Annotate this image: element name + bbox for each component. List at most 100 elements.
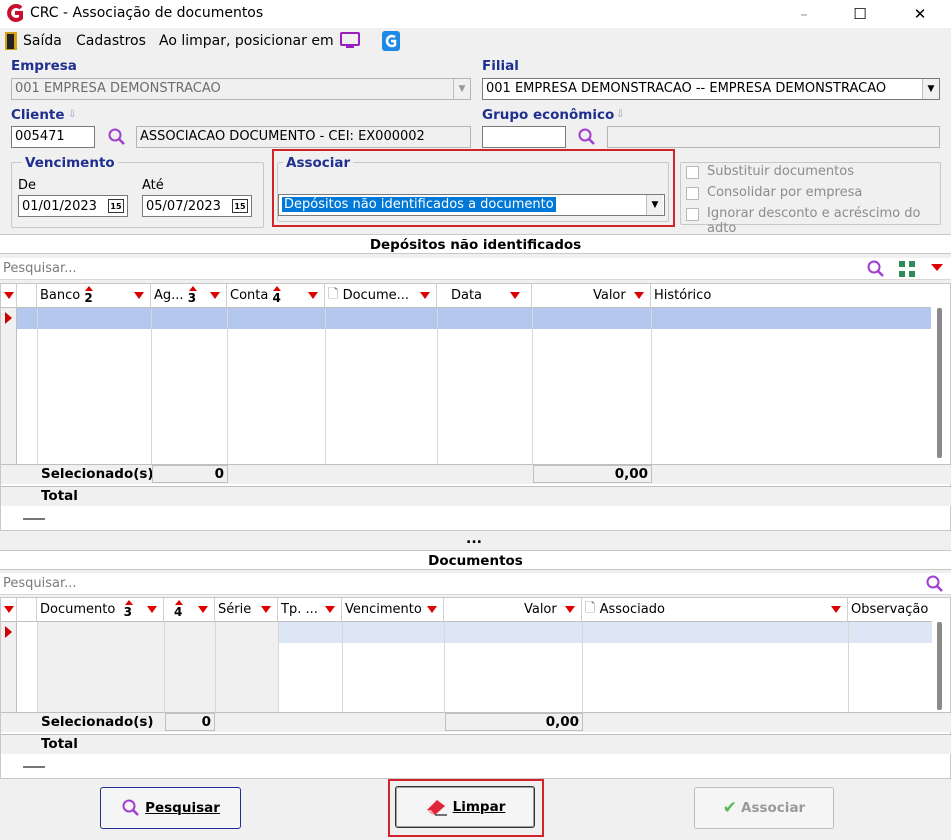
filter-icon[interactable]	[134, 292, 144, 299]
filter-icon[interactable]	[420, 292, 430, 299]
filial-dropdown-icon[interactable]: ▼	[922, 79, 939, 99]
date-from-input[interactable]: 01/01/2023 15	[18, 195, 128, 217]
grupo-code-input[interactable]	[482, 126, 566, 148]
calendar-icon[interactable]: 15	[232, 199, 248, 213]
date-to-input[interactable]: 05/07/2023 15	[142, 195, 252, 217]
splitter-handle[interactable]: ...	[466, 531, 482, 547]
grupo-search-icon[interactable]	[577, 127, 597, 147]
documents-search-input[interactable]	[0, 573, 951, 595]
close-button[interactable]: ✕	[897, 0, 943, 28]
associar-dropdown-icon[interactable]: ▼	[646, 195, 663, 215]
column-observacao[interactable]: Observação	[848, 598, 932, 622]
horizontal-scroll-thumb[interactable]	[23, 518, 45, 520]
column-data[interactable]: Data	[437, 284, 532, 308]
column-tipo[interactable]: Tp. ...	[278, 598, 342, 622]
associate-button[interactable]: ✔ Associar	[694, 787, 834, 829]
column-banco[interactable]: Banco 2	[37, 284, 151, 308]
sort-indicator: 3	[188, 285, 198, 305]
filter-icon[interactable]	[3, 292, 14, 299]
menu-register[interactable]: Cadastros	[76, 33, 146, 49]
filter-icon[interactable]	[565, 606, 575, 613]
current-row-arrow-icon	[5, 312, 12, 324]
empresa-value: 001 EMPRESA DEMONSTRACAO	[15, 81, 221, 96]
column-valor[interactable]: Valor	[444, 598, 582, 622]
filter-icon[interactable]	[427, 606, 437, 613]
deposits-title: Depósitos não identificados	[0, 234, 951, 254]
documents-search-placeholder: Pesquisar...	[3, 576, 77, 591]
filter-icon[interactable]	[198, 606, 208, 613]
sort-indicator: 2	[84, 285, 94, 305]
column-valor[interactable]: Valor	[532, 284, 651, 308]
select-column-header	[17, 284, 37, 308]
filter-icon[interactable]	[308, 292, 318, 299]
grid-col-line	[582, 622, 849, 712]
deposits-search-input[interactable]	[0, 258, 951, 280]
minimize-button[interactable]: –	[781, 0, 827, 28]
deposits-search-placeholder: Pesquisar...	[3, 261, 77, 276]
deposits-search-icon[interactable]	[866, 259, 886, 279]
grid-col-line	[437, 308, 533, 464]
grid-col-line	[37, 308, 152, 464]
filter-icon[interactable]	[261, 606, 271, 613]
grid-col-line	[444, 622, 583, 712]
column-sort-4[interactable]: 4	[164, 598, 215, 622]
filter-icon[interactable]	[510, 292, 521, 299]
search-button[interactable]: Pesquisar	[100, 787, 241, 829]
ignorar-checkbox[interactable]	[686, 208, 699, 221]
associar-select[interactable]: Depósitos não identificados a documento	[278, 194, 665, 216]
clear-button[interactable]: Limpar	[395, 786, 535, 828]
column-conta-label: Conta	[230, 288, 269, 303]
column-agencia[interactable]: Ag... 3	[151, 284, 227, 308]
grid-col-line	[17, 308, 38, 464]
documents-selected-count: 0	[165, 713, 215, 731]
documents-title: Documentos	[0, 550, 951, 570]
grupo-sort-icon: ⇩	[616, 109, 625, 120]
check-icon: ✔	[722, 798, 738, 818]
grid-menu-dropdown-icon[interactable]	[931, 264, 943, 271]
filter-icon[interactable]	[210, 292, 220, 299]
consolidar-checkbox[interactable]	[686, 187, 699, 200]
cliente-search-icon[interactable]	[107, 127, 127, 147]
column-vencimento[interactable]: Vencimento	[342, 598, 444, 622]
column-conta[interactable]: Conta 4	[227, 284, 325, 308]
cliente-code-input[interactable]: 005471	[11, 126, 95, 148]
app-shortcut-icon[interactable]	[382, 31, 400, 51]
column-documento-label: Documento	[40, 602, 116, 617]
substituir-checkbox[interactable]	[686, 166, 699, 179]
calendar-icon[interactable]: 15	[108, 199, 124, 213]
filter-icon[interactable]	[325, 606, 335, 613]
grid-col-line	[532, 308, 652, 464]
filter-icon[interactable]	[147, 606, 157, 613]
filter-icon[interactable]	[3, 606, 14, 613]
row-indicator-header	[1, 284, 17, 308]
filial-select[interactable]: 001 EMPRESA DEMONSTRACAO -- EMPRESA DEMO…	[482, 78, 940, 100]
column-agencia-label: Ag...	[154, 288, 184, 303]
date-to-value: 05/07/2023	[146, 198, 221, 214]
maximize-icon: ☐	[853, 5, 867, 23]
documents-scrollbar[interactable]	[937, 622, 942, 710]
column-valor-label: Valor	[592, 288, 626, 303]
column-historico[interactable]: Histórico	[651, 284, 931, 308]
column-vencimento-label: Vencimento	[345, 602, 422, 617]
menu-exit[interactable]: Saída	[23, 33, 62, 49]
deposits-scrollbar[interactable]	[937, 308, 942, 458]
column-observacao-label: Observação	[851, 602, 929, 617]
grid-col-line	[151, 308, 228, 464]
column-serie[interactable]: Série	[215, 598, 278, 622]
column-associado[interactable]: 🗋 Associado	[582, 598, 848, 622]
maximize-button[interactable]: ☐	[837, 0, 883, 28]
horizontal-scroll-thumb[interactable]	[23, 766, 45, 768]
documents-search-icon[interactable]	[925, 574, 945, 594]
expand-grid-icon[interactable]	[897, 260, 917, 278]
filter-icon[interactable]	[634, 292, 644, 299]
eraser-icon	[426, 800, 447, 816]
document-icon: 🗋	[328, 286, 339, 302]
column-documento[interactable]: Documento 3	[37, 598, 164, 622]
column-documento[interactable]: 🗋 Docume...	[325, 284, 437, 308]
monitor-icon[interactable]	[340, 32, 360, 50]
select-column-header	[17, 598, 37, 622]
cliente-label: Cliente	[11, 107, 65, 123]
clear-button-label: Limpar	[452, 799, 506, 815]
filter-icon[interactable]	[831, 606, 841, 613]
cliente-name-field: ASSOCIACAO DOCUMENTO - CEI: EX000002	[136, 126, 471, 148]
